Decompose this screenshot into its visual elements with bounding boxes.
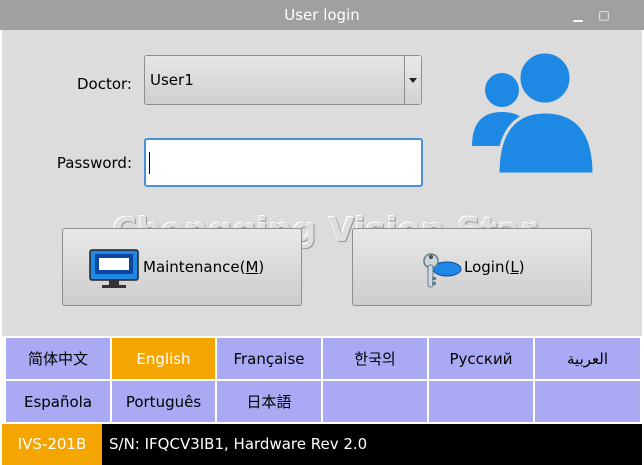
lang-japanese[interactable]: 日本語 bbox=[217, 381, 321, 422]
chevron-down-icon[interactable] bbox=[404, 56, 421, 104]
lang-empty-cell bbox=[429, 381, 533, 422]
keys-icon bbox=[423, 253, 462, 288]
login-panel: Doctor: User1 Password: Chongqing Vision… bbox=[2, 30, 642, 336]
maintenance-button[interactable]: Maintenance(M) bbox=[62, 228, 302, 306]
model-badge: IVS-201B bbox=[2, 424, 102, 465]
maintenance-button-label: Maintenance(M) bbox=[143, 258, 265, 276]
lang-portuguese[interactable]: Português bbox=[112, 381, 215, 422]
window-title: User login bbox=[284, 6, 360, 24]
language-grid: 简体中文 English Française 한국의 Русский العرب… bbox=[2, 336, 642, 424]
doctor-label: Doctor: bbox=[77, 75, 132, 93]
lang-russian[interactable]: Русский bbox=[429, 338, 533, 379]
doctor-select-value: User1 bbox=[150, 71, 194, 89]
login-button[interactable]: Login(L) bbox=[352, 228, 592, 306]
maximize-icon[interactable]: □ bbox=[594, 0, 614, 30]
users-icon bbox=[472, 50, 596, 176]
login-button-label: Login(L) bbox=[464, 258, 525, 276]
password-field[interactable] bbox=[144, 138, 423, 187]
lang-empty-cell bbox=[535, 381, 640, 422]
title-bar: User login bbox=[0, 0, 644, 30]
text-caret bbox=[149, 152, 150, 174]
lang-empty-cell bbox=[323, 381, 427, 422]
lang-korean[interactable]: 한국의 bbox=[323, 338, 427, 379]
serial-info: S/N: IFQCV3IB1, Hardware Rev 2.0 bbox=[109, 435, 368, 453]
lang-spanish[interactable]: Española bbox=[6, 381, 110, 422]
lang-english[interactable]: English bbox=[112, 338, 215, 379]
lang-chinese[interactable]: 简体中文 bbox=[6, 338, 110, 379]
lang-french[interactable]: Française bbox=[217, 338, 321, 379]
minimize-icon[interactable]: ▁ bbox=[568, 0, 588, 30]
monitor-icon bbox=[89, 249, 139, 288]
password-label: Password: bbox=[56, 154, 132, 172]
doctor-select[interactable]: User1 bbox=[144, 55, 422, 105]
lang-arabic[interactable]: العربية bbox=[535, 338, 640, 379]
status-bar: IVS-201B S/N: IFQCV3IB1, Hardware Rev 2.… bbox=[2, 424, 642, 465]
